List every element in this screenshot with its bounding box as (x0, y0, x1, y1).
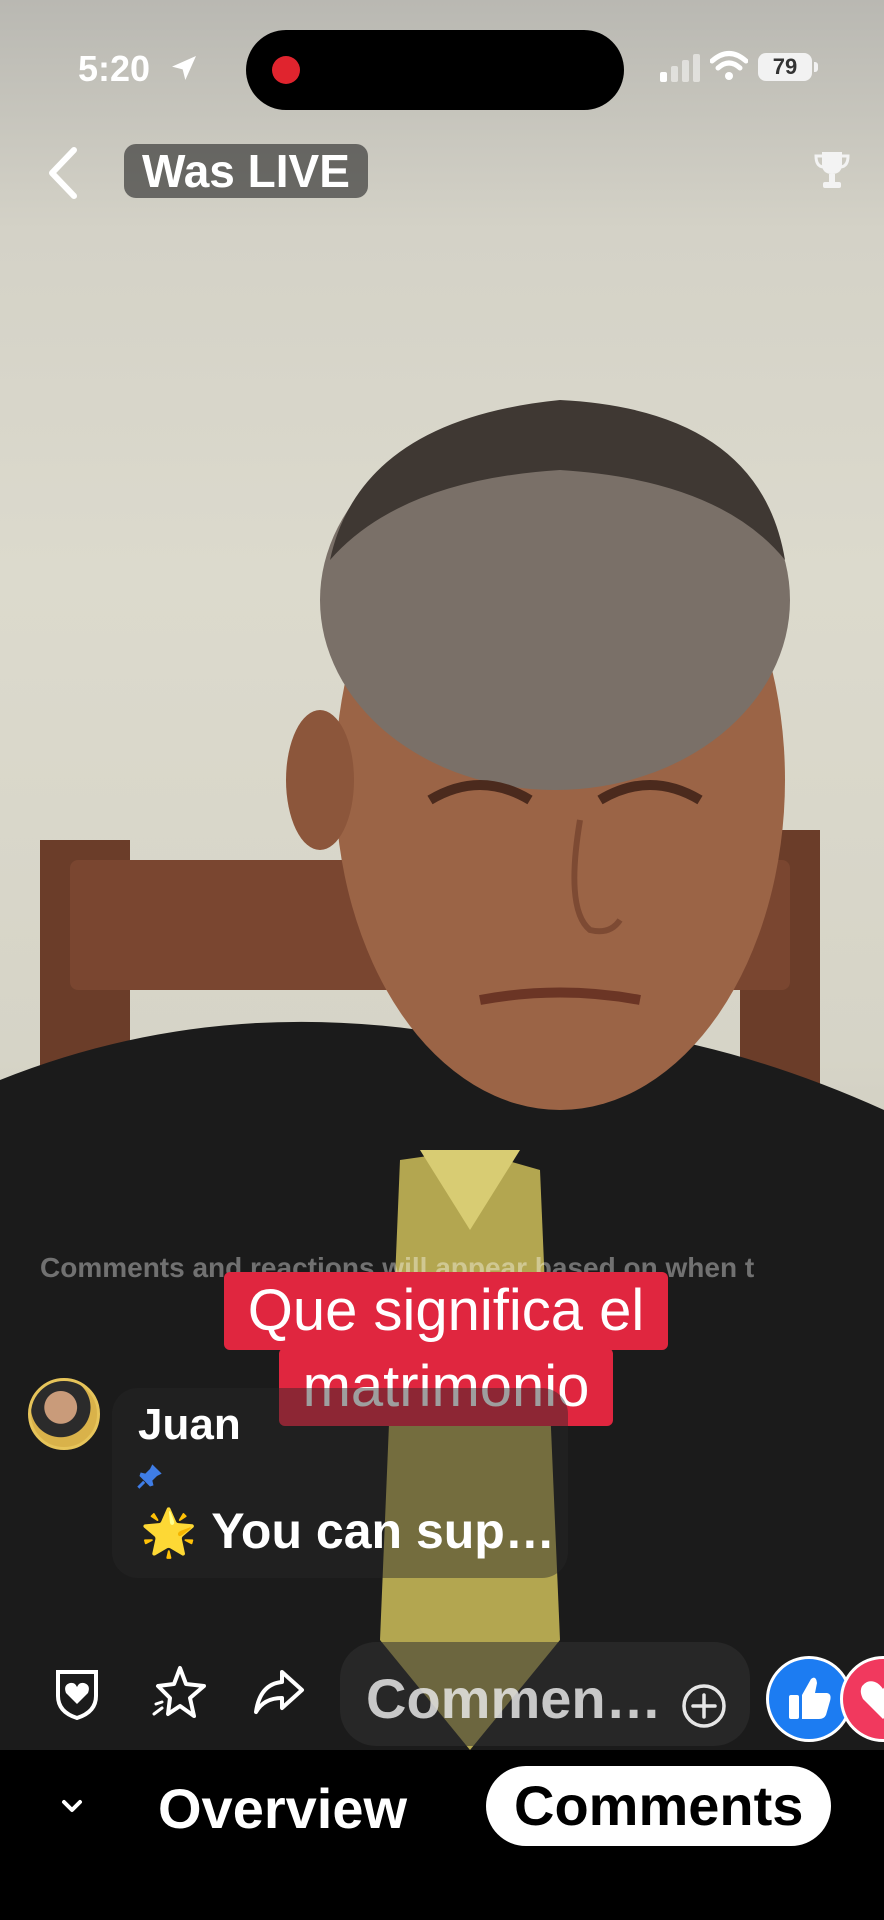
share-arrow-icon[interactable] (252, 1668, 306, 1716)
love-button[interactable] (840, 1656, 884, 1742)
battery-icon: 79 (758, 53, 812, 81)
caption-line-1: Que significa el (223, 1272, 669, 1350)
live-video-screen: 5:20 79 Was LIVE Comments and reactions … (0, 0, 884, 1920)
comment-body: You can sup… (211, 1503, 555, 1559)
tab-comments[interactable]: Comments (486, 1766, 832, 1846)
star-emoji: 🌟 (140, 1506, 198, 1558)
shield-heart-icon[interactable] (54, 1666, 100, 1720)
add-circle-icon[interactable] (680, 1682, 728, 1730)
pin-icon (137, 1464, 162, 1489)
was-live-badge: Was LIVE (124, 144, 368, 198)
location-arrow-icon (172, 56, 196, 80)
signal-icon (660, 54, 700, 82)
tab-overview[interactable]: Overview (158, 1774, 407, 1844)
comment-author[interactable]: Juan (138, 1400, 241, 1450)
love-icon (860, 1681, 884, 1719)
trophy-icon[interactable] (814, 150, 850, 190)
dynamic-island (246, 30, 624, 110)
wifi-icon (710, 51, 748, 80)
status-time: 5:20 (78, 48, 151, 89)
avatar[interactable] (28, 1378, 100, 1450)
like-icon (789, 1677, 831, 1719)
comment-placeholder[interactable]: Commen… (366, 1666, 662, 1731)
battery-tip (814, 62, 818, 72)
recording-indicator (272, 56, 300, 84)
comment-text: 🌟 You can sup… (140, 1502, 555, 1560)
back-chevron-icon[interactable] (44, 146, 84, 200)
chevron-down-icon[interactable] (58, 1796, 86, 1816)
sparkle-star-icon[interactable] (152, 1664, 208, 1720)
